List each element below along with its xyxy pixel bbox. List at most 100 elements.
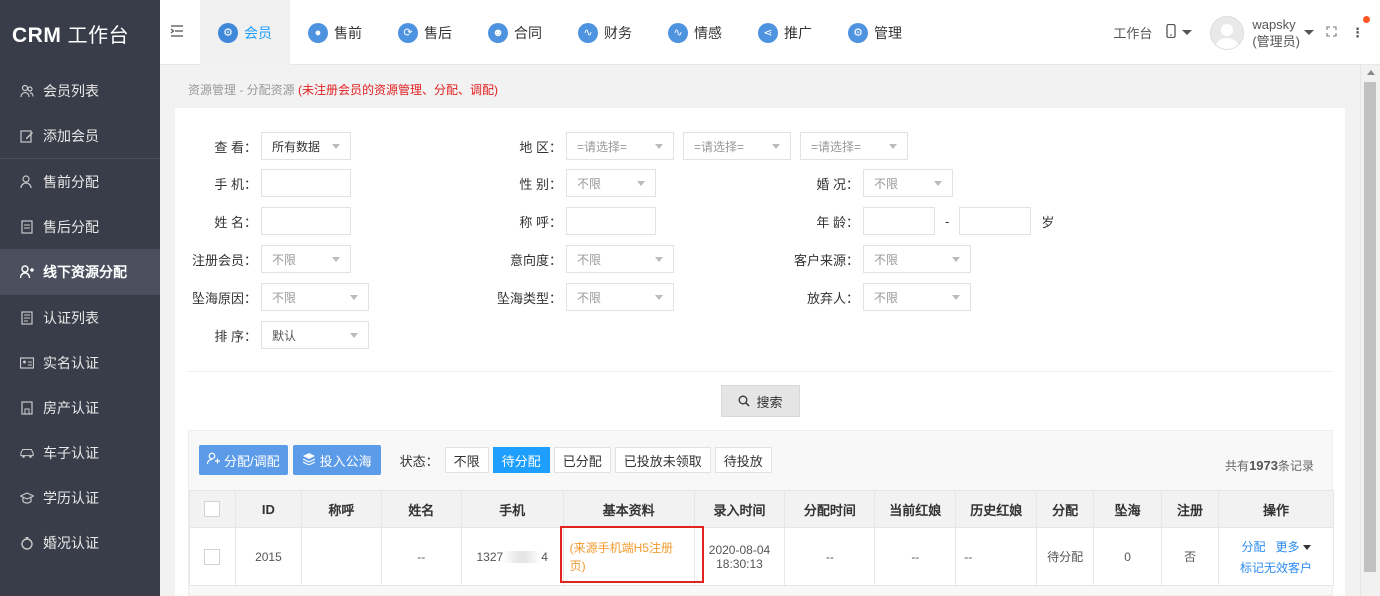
chevron-down-icon bbox=[332, 256, 340, 262]
main-panel: 查 看： 所有数据 地 区： =请选择= =请选择= =请选择= 手 机： 性 … bbox=[175, 108, 1345, 596]
title-label: 称 呼： bbox=[519, 214, 562, 230]
header-actions: 操作 bbox=[1217, 490, 1335, 528]
source-select[interactable]: 不限 bbox=[863, 245, 971, 273]
user-assign-icon bbox=[206, 452, 220, 468]
nav-promotion[interactable]: ⋖ 推广 bbox=[740, 0, 830, 65]
sidebar-item-house-auth[interactable]: 房产认证 bbox=[0, 385, 160, 430]
age-min-input[interactable] bbox=[863, 207, 935, 235]
sidebar-item-aftersale-assign[interactable]: 售后分配 bbox=[0, 204, 160, 249]
sidebar-item-education-auth[interactable]: 学历认证 bbox=[0, 475, 160, 520]
status-tab-all[interactable]: 不限 bbox=[444, 447, 489, 473]
header-current-matchmaker: 当前红娘 bbox=[874, 490, 957, 528]
service-icon: ⟳ bbox=[398, 22, 418, 43]
marital-select[interactable]: 不限 bbox=[863, 169, 953, 197]
search-button[interactable]: 搜索 bbox=[721, 385, 800, 417]
region-province-select[interactable]: =请选择= bbox=[566, 132, 674, 160]
drop-type-label: 坠海类型： bbox=[496, 290, 562, 306]
nav-management[interactable]: ⚙ 管理 bbox=[830, 0, 920, 65]
chevron-down-icon bbox=[350, 294, 358, 300]
sidebar-group-assign: 售前分配 售后分配 线下资源分配 bbox=[0, 159, 160, 295]
chevron-down-icon[interactable] bbox=[1304, 30, 1314, 35]
scroll-up-arrow-icon[interactable] bbox=[1366, 70, 1375, 75]
cell-dropped[interactable]: 0 bbox=[1093, 527, 1163, 586]
row-select[interactable] bbox=[189, 527, 236, 586]
status-tab-pending[interactable]: 待分配 bbox=[492, 447, 550, 473]
sidebar-group-members: 会员列表 添加会员 bbox=[0, 68, 160, 159]
nav-aftersale[interactable]: ⟳ 售后 bbox=[380, 0, 470, 65]
more-vertical-icon[interactable]: ⋮ bbox=[1351, 15, 1370, 41]
assign-link[interactable]: 分配 bbox=[1241, 540, 1265, 554]
nav-presale[interactable]: ● 售前 bbox=[290, 0, 380, 65]
user-menu[interactable]: wapsky (管理员) bbox=[1252, 16, 1300, 50]
cell-basic-info: (来源手机端H5注册页) bbox=[559, 526, 704, 586]
header-select-all[interactable] bbox=[189, 490, 236, 528]
age-separator: - bbox=[945, 213, 950, 229]
cell-assign-time: -- bbox=[784, 527, 876, 586]
chevron-down-icon bbox=[1182, 30, 1193, 35]
cell-actions: 分配 更多 标记无效客户 bbox=[1217, 527, 1335, 586]
cell-current-matchmaker: -- bbox=[874, 527, 957, 586]
sidebar-item-marriage-auth[interactable]: 婚况认证 bbox=[0, 520, 160, 565]
intent-select[interactable]: 不限 bbox=[566, 245, 674, 273]
mark-invalid-link[interactable]: 标记无效客户 bbox=[1240, 561, 1312, 575]
emotion-icon: ∿ bbox=[668, 22, 688, 43]
status-tab-assigned[interactable]: 已分配 bbox=[553, 447, 611, 473]
main-nav: ⚙ 会员 ● 售前 ⟳ 售后 ☻ 合同 ∿ 财务 ∿ 情感 ⋖ 推广 ⚙ 管理 bbox=[200, 0, 920, 65]
record-count: 共有1973条记录 bbox=[1225, 458, 1314, 473]
doc-icon bbox=[20, 219, 34, 234]
sidebar-item-offline-assign[interactable]: 线下资源分配 bbox=[0, 249, 160, 294]
header-entry-time: 录入时间 bbox=[693, 490, 786, 528]
chevron-down-icon bbox=[772, 143, 780, 149]
assign-button[interactable]: 分配/调配 bbox=[199, 445, 288, 475]
registered-select[interactable]: 不限 bbox=[261, 245, 351, 273]
user-icon bbox=[20, 174, 34, 189]
workbench-link[interactable]: 工作台 bbox=[1113, 23, 1152, 42]
region-district-select[interactable]: =请选择= bbox=[800, 132, 908, 160]
nav-contract[interactable]: ☻ 合同 bbox=[470, 0, 560, 65]
header-dropped: 坠海 bbox=[1093, 490, 1163, 528]
chevron-down-icon bbox=[889, 143, 897, 149]
sort-select[interactable]: 默认 bbox=[261, 321, 369, 349]
status-tab-released-unclaimed[interactable]: 已投放未领取 bbox=[614, 447, 711, 473]
sidebar-item-realname-auth[interactable]: 实名认证 bbox=[0, 340, 160, 385]
headset-icon: ● bbox=[308, 22, 328, 43]
sidebar-item-auth-list[interactable]: 认证列表 bbox=[0, 295, 160, 340]
giver-select[interactable]: 不限 bbox=[863, 283, 971, 311]
drop-type-select[interactable]: 不限 bbox=[566, 283, 674, 311]
sidebar-item-add-member[interactable]: 添加会员 bbox=[0, 113, 160, 158]
avatar[interactable] bbox=[1210, 15, 1245, 50]
phone-input[interactable] bbox=[261, 169, 351, 197]
title-input[interactable] bbox=[566, 207, 656, 235]
region-city-select[interactable]: =请选择= bbox=[683, 132, 791, 160]
vertical-scrollbar[interactable] bbox=[1360, 65, 1380, 596]
nav-emotion[interactable]: ∿ 情感 bbox=[650, 0, 740, 65]
nav-finance[interactable]: ∿ 财务 bbox=[560, 0, 650, 65]
name-input[interactable] bbox=[261, 207, 351, 235]
select-all-checkbox[interactable] bbox=[204, 501, 221, 518]
view-select[interactable]: 所有数据 bbox=[261, 132, 351, 160]
mobile-menu[interactable] bbox=[1166, 23, 1193, 41]
menu-toggle-icon[interactable] bbox=[170, 24, 184, 38]
nav-members[interactable]: ⚙ 会员 bbox=[200, 0, 290, 65]
gender-label: 性 别： bbox=[519, 176, 562, 192]
contract-icon: ☻ bbox=[488, 22, 508, 43]
drop-reason-select[interactable]: 不限 bbox=[261, 283, 369, 311]
add-to-pool-button[interactable]: 投入公海 bbox=[292, 445, 381, 475]
more-dropdown[interactable]: 更多 bbox=[1275, 540, 1299, 554]
gender-select[interactable]: 不限 bbox=[566, 169, 656, 197]
scrollbar-thumb[interactable] bbox=[1364, 82, 1376, 572]
sidebar-item-presale-assign[interactable]: 售前分配 bbox=[0, 159, 160, 204]
sidebar-item-car-auth[interactable]: 车子认证 bbox=[0, 430, 160, 475]
marital-label: 婚 况： bbox=[816, 176, 859, 192]
chevron-down-icon bbox=[655, 294, 663, 300]
settings-icon: ⚙ bbox=[848, 22, 868, 43]
age-max-input[interactable] bbox=[959, 207, 1032, 235]
sidebar-item-member-list[interactable]: 会员列表 bbox=[0, 68, 160, 113]
header-registered: 注册 bbox=[1161, 490, 1219, 528]
fullscreen-icon[interactable] bbox=[1326, 25, 1337, 40]
row-checkbox[interactable] bbox=[204, 548, 221, 565]
house-icon bbox=[20, 400, 34, 415]
cell-phone: 1327 4 bbox=[460, 527, 564, 586]
chevron-down-icon bbox=[952, 294, 960, 300]
status-tab-to-release[interactable]: 待投放 bbox=[714, 447, 772, 473]
